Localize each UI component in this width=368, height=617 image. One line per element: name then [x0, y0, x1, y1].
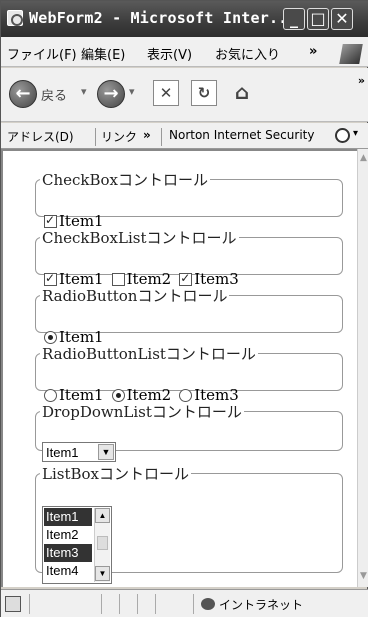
norton-dropdown-arrow[interactable]: ▾: [353, 128, 358, 139]
menu-edit[interactable]: 編集(E): [81, 44, 125, 63]
checkbox-box[interactable]: [44, 271, 57, 286]
radiobuttonlist-group-legend: RadioButtonListコントロール: [42, 345, 256, 363]
menu-overflow-chevron[interactable]: »: [309, 44, 317, 59]
checkbox-box[interactable]: [179, 271, 193, 286]
listbox-group-legend: ListBoxコントロール: [42, 465, 189, 483]
home-icon[interactable]: ⌂: [229, 80, 255, 106]
menu-file[interactable]: ファイル(F): [7, 44, 77, 63]
status-pane: [29, 594, 30, 614]
intranet-zone-icon: [201, 598, 215, 610]
page-scrollbar[interactable]: ▲ ▼: [357, 149, 368, 587]
close-button[interactable]: ✕: [331, 8, 353, 30]
radio-circle[interactable]: [44, 330, 57, 344]
status-pane: [101, 594, 102, 614]
checkbox-group: CheckBoxコントロール Item1: [35, 169, 343, 230]
toolbar-overflow-chevron[interactable]: »: [358, 74, 365, 87]
listbox-item1[interactable]: Item1: [44, 508, 92, 526]
refresh-icon[interactable]: ↻: [191, 80, 217, 106]
listbox-group: ListBoxコントロール Item1 Item2 Item3 Item4 ▲ …: [35, 463, 343, 584]
divider: [161, 128, 162, 146]
stop-icon[interactable]: ✕: [153, 80, 179, 106]
checkbox-group-legend: CheckBoxコントロール: [42, 171, 209, 189]
security-zone[interactable]: イントラネット: [201, 596, 303, 613]
menu-favorites[interactable]: お気に入り: [215, 44, 280, 63]
windows-logo-icon: [339, 44, 363, 64]
status-pane: [193, 594, 194, 614]
radio-circle[interactable]: [111, 388, 125, 402]
menu-view[interactable]: 表示(V): [147, 44, 192, 63]
menu-bar: ファイル(F) 編集(E) 表示(V) お気に入り »: [1, 37, 368, 67]
status-pane: [119, 594, 120, 614]
back-history-dropdown[interactable]: ▾: [81, 85, 87, 98]
scroll-down-icon[interactable]: ▼: [358, 569, 368, 583]
status-pane: [137, 594, 138, 614]
window-title: WebForm2 - Microsoft Inter...: [29, 9, 297, 27]
radio-circle[interactable]: [179, 388, 193, 402]
checkboxlist-group: CheckBoxListコントロール Item1 Item2 Item3: [35, 227, 343, 288]
page-content: CheckBoxコントロール Item1 CheckBoxListコントロール …: [1, 149, 357, 587]
dropdownlist-group-legend: DropDownListコントロール: [42, 403, 242, 421]
status-bar: イントラネット: [1, 589, 368, 617]
checkbox-box[interactable]: [111, 272, 125, 286]
forward-arrow-icon[interactable]: →: [97, 80, 125, 108]
listbox[interactable]: Item1 Item2 Item3 Item4 ▲ ▼: [42, 506, 112, 584]
listbox-scroll-thumb[interactable]: [97, 536, 108, 550]
back-arrow-icon[interactable]: ←: [9, 80, 37, 108]
ie-app-icon[interactable]: [7, 10, 23, 26]
dropdown-selected-value: Item1: [46, 445, 79, 460]
chevron-down-icon[interactable]: ▼: [98, 444, 114, 460]
page-status-icon: [5, 596, 21, 612]
status-pane: [155, 594, 156, 614]
address-label[interactable]: アドレス(D): [7, 128, 74, 145]
minimize-button[interactable]: _: [283, 8, 305, 30]
dropdownlist-group: DropDownListコントロール Item1 ▼: [35, 401, 343, 462]
address-links-bar: アドレス(D) リンク » Norton Internet Security ▾: [1, 123, 368, 149]
chevron-down-icon[interactable]: ▼: [95, 566, 110, 581]
listbox-item2[interactable]: Item2: [44, 526, 92, 544]
security-zone-label: イントラネット: [219, 598, 304, 612]
listbox-scrollbar[interactable]: ▲ ▼: [94, 508, 110, 582]
back-button-label[interactable]: 戻る: [41, 85, 67, 104]
browser-window: WebForm2 - Microsoft Inter... _ □ ✕ ファイル…: [0, 0, 368, 617]
radiobutton-group: RadioButtonコントロール Item1: [35, 285, 343, 346]
radiobutton-group-legend: RadioButtonコントロール: [42, 287, 228, 305]
divider: [95, 128, 96, 146]
norton-toolbar-label[interactable]: Norton Internet Security: [169, 128, 314, 142]
scroll-up-icon[interactable]: ▲: [358, 151, 368, 165]
checkbox-box[interactable]: [44, 213, 57, 228]
standard-toolbar: ← 戻る ▾ → ▾ ✕ ↻ ⌂ »: [1, 68, 368, 122]
radiobuttonlist-group: RadioButtonListコントロール Item1 Item2 Item3: [35, 343, 343, 404]
norton-globe-icon[interactable]: [335, 128, 350, 143]
checkboxlist-group-legend: CheckBoxListコントロール: [42, 229, 237, 247]
listbox-item4[interactable]: Item4: [44, 562, 92, 580]
chevron-up-icon[interactable]: ▲: [95, 508, 110, 523]
maximize-button[interactable]: □: [307, 8, 329, 30]
listbox-item3[interactable]: Item3: [44, 544, 92, 562]
title-bar[interactable]: WebForm2 - Microsoft Inter... _ □ ✕: [1, 1, 368, 37]
forward-history-dropdown[interactable]: ▾: [129, 85, 135, 98]
radio-circle[interactable]: [44, 388, 57, 402]
links-overflow-chevron[interactable]: »: [143, 128, 151, 142]
dropdown-select[interactable]: Item1 ▼: [42, 442, 116, 462]
links-label[interactable]: リンク: [101, 128, 137, 145]
